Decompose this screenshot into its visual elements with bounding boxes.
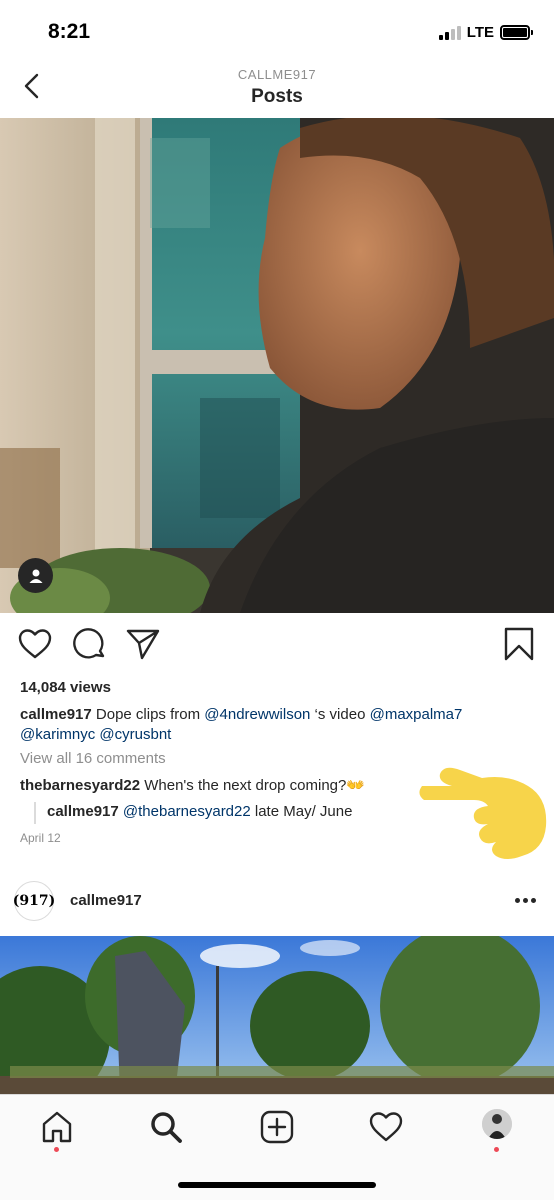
tab-new-post[interactable] <box>259 1109 295 1145</box>
video-frame <box>0 118 554 613</box>
nav-header: CALLME917 Posts <box>0 64 554 118</box>
post-video[interactable] <box>0 118 554 613</box>
garden-photo <box>0 936 554 1094</box>
post-caption: callme917 Dope clips from @4ndrewwilson … <box>20 705 540 745</box>
battery-icon <box>500 25 533 40</box>
tab-home[interactable] <box>39 1109 75 1145</box>
signal-icon <box>438 25 461 40</box>
comment-button[interactable] <box>70 625 108 663</box>
save-button[interactable] <box>500 625 538 663</box>
mention-link[interactable]: @4ndrewwilson <box>204 706 310 723</box>
post-date: April 12 <box>20 831 61 845</box>
bookmark-icon <box>504 627 534 661</box>
tab-search[interactable] <box>148 1109 184 1145</box>
page-title: Posts <box>251 86 303 107</box>
avatar[interactable]: (917) <box>13 881 55 921</box>
view-all-comments-link[interactable]: View all 16 comments <box>20 750 166 767</box>
notification-dot <box>54 1147 59 1152</box>
mention-link[interactable]: @maxpalma7 <box>370 706 463 723</box>
tagged-people-button[interactable] <box>18 558 53 593</box>
comment-reply: callme917 @thebarnesyard22 late May/ Jun… <box>47 803 352 820</box>
comment-text: When's the next drop coming?👐 <box>140 777 366 794</box>
post-username[interactable]: callme917 <box>70 892 142 909</box>
view-count: 14,084 views <box>20 679 111 696</box>
pointing-hand-emoji <box>419 767 547 859</box>
bottom-tab-bar <box>0 1094 554 1200</box>
network-label: LTE <box>466 24 494 41</box>
comment: thebarnesyard22 When's the next drop com… <box>20 776 365 794</box>
tab-profile[interactable] <box>482 1109 512 1139</box>
comment-username[interactable]: thebarnesyard22 <box>20 777 140 794</box>
home-icon <box>42 1111 72 1143</box>
reply-indicator <box>34 802 36 824</box>
caption-username[interactable]: callme917 <box>20 706 92 723</box>
paper-plane-icon <box>126 629 160 660</box>
share-button[interactable] <box>124 625 162 663</box>
mention-link[interactable]: @karimnyc <box>20 726 95 743</box>
comment-text: late May/ June <box>250 803 353 820</box>
more-dots-icon <box>515 898 520 903</box>
heart-icon <box>369 1112 403 1142</box>
add-square-icon <box>260 1110 294 1144</box>
home-indicator <box>178 1182 376 1188</box>
comment-bubble-icon <box>73 628 105 659</box>
status-time: 8:21 <box>48 20 91 43</box>
next-post-header: (917) callme917 <box>0 876 554 926</box>
account-label: CALLME917 <box>237 67 317 82</box>
status-bar: 8:21 LTE <box>0 0 554 64</box>
mention-link[interactable]: @cyrusbnt <box>99 726 171 743</box>
heart-icon <box>18 629 52 659</box>
like-button[interactable] <box>16 625 54 663</box>
mention-link[interactable]: @thebarnesyard22 <box>123 803 251 820</box>
caption-text: ‘s video <box>310 706 370 723</box>
post-actions <box>0 625 554 665</box>
notification-dot <box>494 1147 499 1152</box>
avatar <box>482 1109 512 1139</box>
status-indicators: LTE <box>438 24 533 41</box>
tab-activity[interactable] <box>368 1109 404 1145</box>
post-image[interactable] <box>0 936 554 1094</box>
caption-text: Dope clips from <box>91 706 205 723</box>
comment-username[interactable]: callme917 <box>47 803 119 820</box>
person-icon <box>29 569 42 583</box>
search-icon <box>151 1112 182 1143</box>
more-options-button[interactable] <box>515 898 536 903</box>
